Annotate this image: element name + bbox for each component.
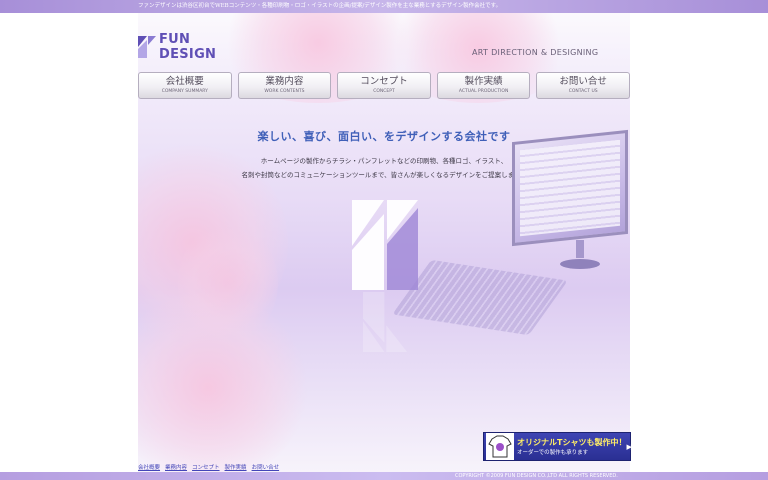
tshirt-promo-banner[interactable]: オリジナルTシャツも製作中！ オーダーでの製作も承ります ▶▶ bbox=[483, 432, 636, 461]
footer-link-contact-us[interactable]: お問い合せ bbox=[252, 463, 280, 471]
nav-item-concept[interactable]: コンセプト CONCEPT bbox=[337, 72, 431, 99]
footer-link-actual-production[interactable]: 製作実績 bbox=[225, 463, 247, 471]
footer-link-concept[interactable]: コンセプト bbox=[192, 463, 220, 471]
nav-item-sublabel: CONTACT US bbox=[568, 89, 598, 94]
top-description-text: ファンデザインは渋谷区初台でWEBコンテンツ・各種印刷物・ロゴ・イラストの企画/… bbox=[138, 3, 502, 9]
tagline: ART DIRECTION & DESIGNING bbox=[472, 48, 599, 57]
footer-link-company-summary[interactable]: 会社概要 bbox=[138, 463, 160, 471]
nav-item-label: お問い合せ bbox=[559, 76, 607, 87]
top-description-bar: ファンデザインは渋谷区初台でWEBコンテンツ・各種印刷物・ロゴ・イラストの企画/… bbox=[0, 0, 768, 13]
screen-content bbox=[520, 139, 620, 237]
footer-link-work-contents[interactable]: 業務内容 bbox=[165, 463, 187, 471]
nav-item-sublabel: CONCEPT bbox=[373, 89, 395, 94]
nav-item-actual-production[interactable]: 製作実績 ACTUAL PRODUCTION bbox=[436, 72, 531, 99]
banner-title: オリジナルTシャツも製作中！ bbox=[517, 438, 627, 447]
nav-item-contact-us[interactable]: お問い合せ CONTACT US bbox=[536, 72, 630, 99]
monitor-screen bbox=[512, 129, 628, 247]
logo-emblem-icon bbox=[352, 200, 418, 290]
logo-emblem-reflection-icon bbox=[363, 292, 407, 352]
nav-item-label: 業務内容 bbox=[265, 76, 304, 87]
nav-item-sublabel: ACTUAL PRODUCTION bbox=[458, 89, 509, 94]
site-logo[interactable]: FUN DESIGN bbox=[138, 32, 248, 62]
footer-nav: 会社概要 業務内容 コンセプト 製作実績 お問い合せ bbox=[138, 463, 279, 471]
nav-item-label: 会社概要 bbox=[165, 76, 204, 87]
nav-item-label: 製作実績 bbox=[464, 76, 503, 87]
computer-monitor-image bbox=[500, 129, 630, 270]
main-nav: 会社概要 COMPANY SUMMARY 業務内容 WORK CONTENTS … bbox=[138, 72, 630, 99]
bottom-bar bbox=[0, 472, 768, 480]
arrow-right-icon: ▶▶ bbox=[626, 442, 636, 451]
monitor-stand-icon bbox=[560, 240, 600, 269]
nav-item-sublabel: WORK CONTENTS bbox=[264, 89, 305, 94]
logo-text: FUN DESIGN bbox=[159, 32, 217, 62]
nav-item-sublabel: COMPANY SUMMARY bbox=[161, 89, 208, 94]
cherry-blossom-decoration bbox=[178, 223, 278, 343]
copyright-text: COPYRIGHT ©2009 FUN DESIGN CO.,LTD ALL R… bbox=[455, 473, 618, 479]
nav-item-company-summary[interactable]: 会社概要 COMPANY SUMMARY bbox=[138, 72, 232, 99]
nav-item-work-contents[interactable]: 業務内容 WORK CONTENTS bbox=[237, 72, 332, 99]
logo-mark-icon bbox=[138, 36, 156, 58]
banner-subtitle: オーダーでの製作も承ります bbox=[517, 450, 589, 456]
banner-text: オリジナルTシャツも製作中！ オーダーでの製作も承ります bbox=[517, 437, 626, 456]
nav-item-label: コンセプト bbox=[360, 76, 408, 87]
tshirt-icon bbox=[486, 433, 514, 460]
